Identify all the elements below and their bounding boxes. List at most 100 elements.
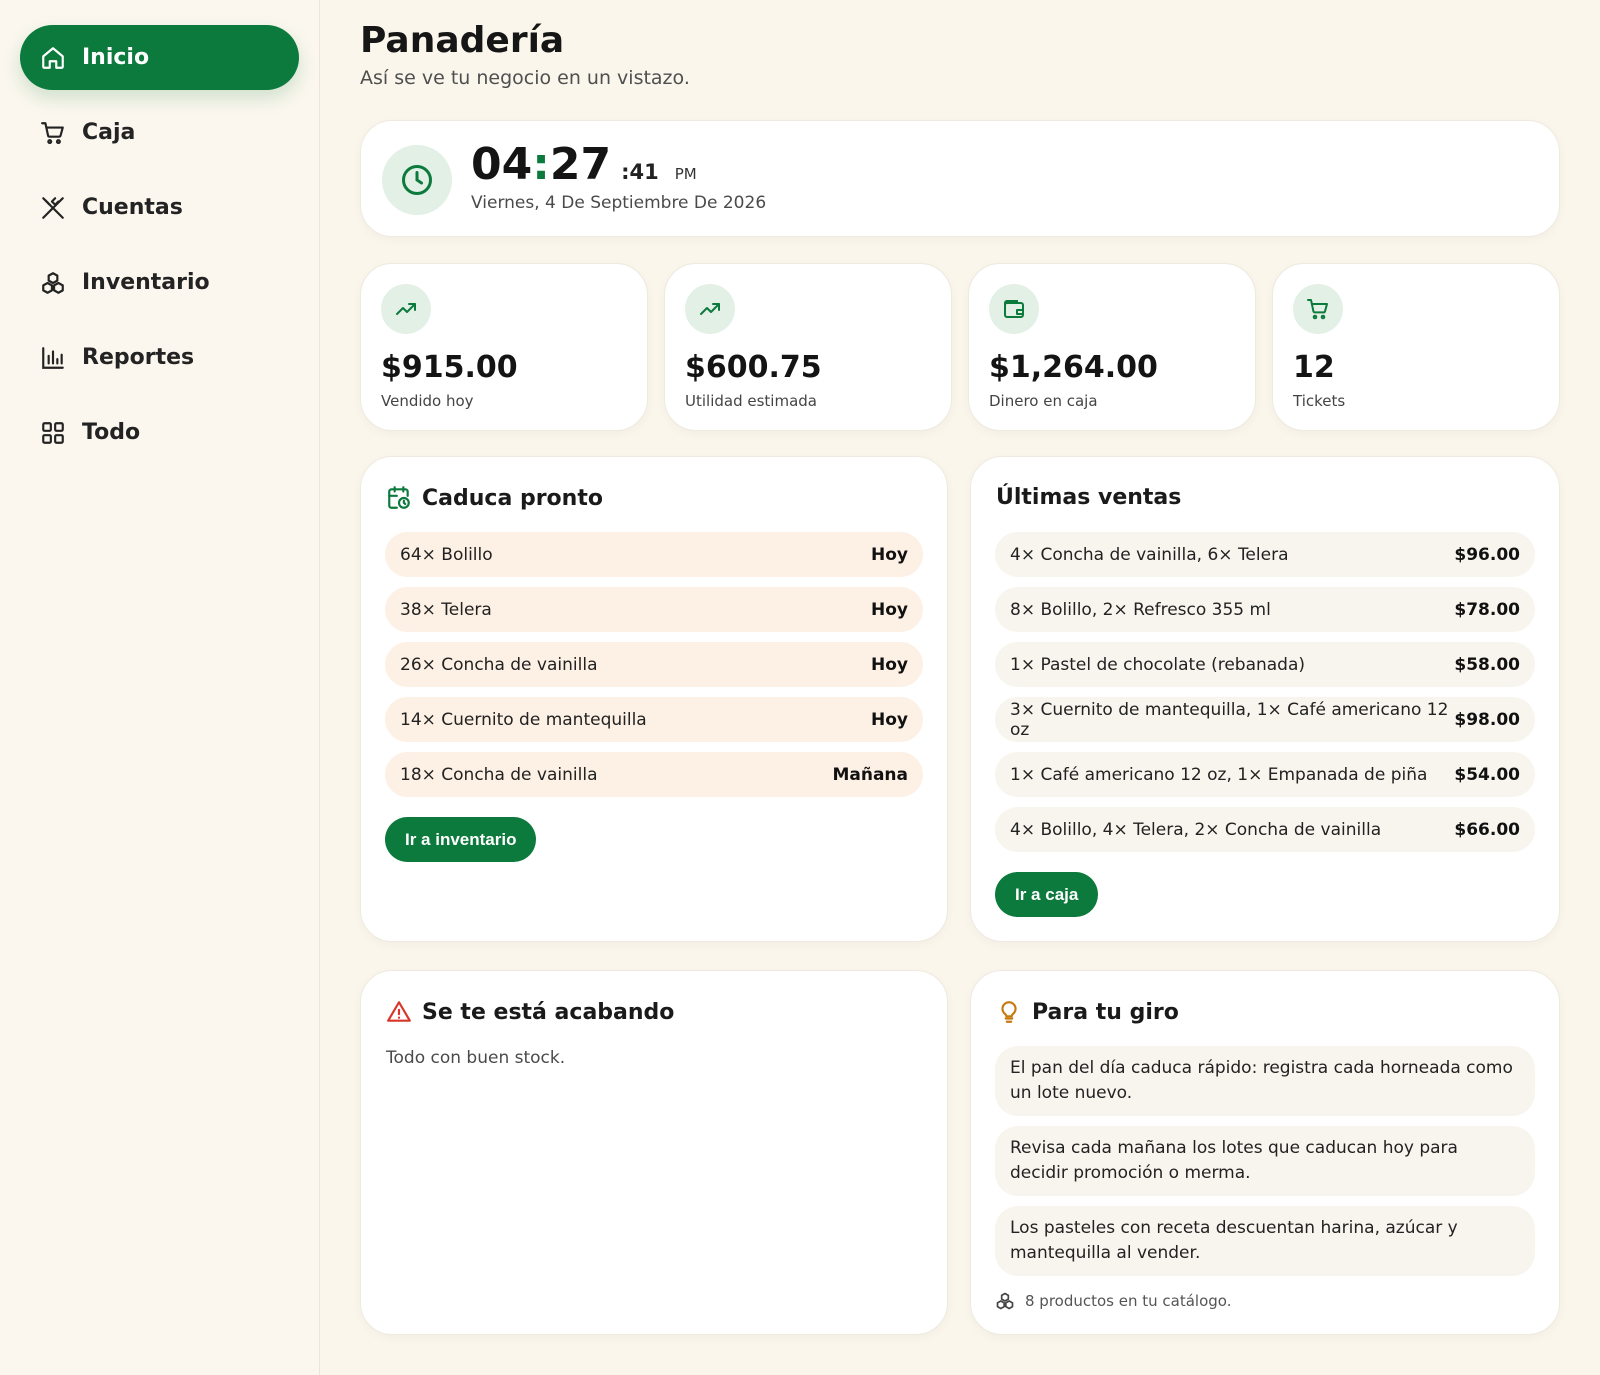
sidebar-item-cuentas[interactable]: Cuentas [20,175,299,240]
sidebar-item-reportes[interactable]: Reportes [20,325,299,390]
panel-title-text: Se te está acabando [422,999,675,1025]
stat-icon-badge [381,284,431,334]
clock-time: 04 : 27 :41 PM [471,139,697,190]
sale-total: $54.00 [1454,764,1520,785]
sale-total: $66.00 [1454,819,1520,840]
clock-colon: : [532,139,550,190]
cart-icon [1307,299,1328,320]
stat-label: Tickets [1293,392,1346,410]
table-row: 4× Bolillo, 4× Telera, 2× Concha de vain… [995,807,1535,852]
panel-title-text: Para tu giro [1032,999,1179,1025]
expiry-day: Hoy [871,709,908,730]
stat-card-estimated-profit: $600.75 Utilidad estimada [664,263,952,431]
stat-icon-badge [685,284,735,334]
stat-label: Dinero en caja [989,392,1098,410]
expiry-day: Hoy [871,544,908,565]
bar-chart-icon [42,346,64,369]
panel-title: Para tu giro [996,999,1179,1025]
stat-value: $915.00 [381,350,518,385]
sale-items: 3× Cuernito de mantequilla, 1× Café amer… [1010,699,1449,740]
catalog-footnote: 8 productos en tu catálogo. [995,1291,1231,1311]
expiry-day: Mañana [832,764,908,785]
recent-sales-panel: Últimas ventas 4× Concha de vainilla, 6×… [970,456,1560,942]
home-icon [42,46,64,69]
utensils-icon [42,196,64,219]
panel-title: Se te está acabando [386,999,674,1025]
expiring-soon-panel: Caduca pronto 64× Bolillo Hoy 38× Telera… [360,456,948,942]
sale-items: 4× Bolillo, 4× Telera, 2× Concha de vain… [1010,819,1382,840]
sidebar-item-inicio[interactable]: Inicio [20,25,299,90]
list-item: 26× Concha de vainilla Hoy [385,642,923,687]
lightbulb-icon [1001,1001,1017,1023]
item-name: 18× Concha de vainilla [400,764,598,785]
item-name: 64× Bolillo [400,544,493,565]
sidebar-item-inventario[interactable]: Inventario [20,250,299,315]
clock-card: 04 : 27 :41 PM Viernes, 4 De Septiembre … [360,120,1560,237]
clock-hours: 04 [471,139,533,190]
item-name: 14× Cuernito de mantequilla [400,709,647,730]
table-row: 1× Café americano 12 oz, 1× Empanada de … [995,752,1535,797]
go-to-inventory-button[interactable]: Ir a inventario [385,817,537,862]
sale-items: 4× Concha de vainilla, 6× Telera [1010,544,1289,565]
go-to-cash-register-button[interactable]: Ir a caja [995,872,1099,917]
tip-item: Los pasteles con receta descuentan harin… [995,1206,1535,1276]
sidebar-item-label: Inicio [82,45,150,70]
sidebar-item-caja[interactable]: Caja [20,100,299,165]
sidebar-item-label: Todo [82,420,141,445]
empty-state-text: Todo con buen stock. [386,1048,566,1068]
boxes-icon [42,271,64,294]
list-item: 64× Bolillo Hoy [385,532,923,577]
sale-total: $98.00 [1454,709,1520,730]
stat-card-tickets: 12 Tickets [1272,263,1560,431]
page-title: Panadería [360,20,565,61]
item-name: 38× Telera [400,599,492,620]
calendar-clock-icon [388,486,410,509]
table-row: 4× Concha de vainilla, 6× Telera $96.00 [995,532,1535,577]
trending-up-icon [396,303,416,315]
sidebar-item-label: Inventario [82,270,210,295]
table-row: 1× Pastel de chocolate (rebanada) $58.00 [995,642,1535,687]
sidebar-item-todo[interactable]: Todo [20,400,299,465]
clock-date: Viernes, 4 De Septiembre De 2026 [471,193,767,213]
sidebar: Inicio Caja Cuentas Inventario Reportes … [0,0,320,1375]
panel-title: Últimas ventas [996,485,1181,510]
list-item: 38× Telera Hoy [385,587,923,632]
panel-title: Caduca pronto [386,485,603,511]
stat-card-cash: $1,264.00 Dinero en caja [968,263,1256,431]
clock-icon [402,165,432,195]
business-tips-panel: Para tu giro El pan del día caduca rápid… [970,970,1560,1335]
stat-icon-badge [989,284,1039,334]
list-item: 18× Concha de vainilla Mañana [385,752,923,797]
alert-triangle-icon [387,1001,411,1022]
tip-item: El pan del día caduca rápido: registra c… [995,1046,1535,1116]
panel-title-text: Últimas ventas [996,485,1182,510]
boxes-icon [996,1292,1014,1310]
stat-card-sold-today: $915.00 Vendido hoy [360,263,648,431]
clock-seconds: :41 [621,160,659,184]
clock-icon-badge [382,145,452,215]
sale-items: 1× Café americano 12 oz, 1× Empanada de … [1010,764,1428,785]
low-stock-panel: Se te está acabando Todo con buen stock. [360,970,948,1335]
stat-value: 12 [1293,350,1335,385]
sidebar-item-label: Cuentas [82,195,183,220]
clock-minutes: 27 [549,139,612,190]
sale-items: 1× Pastel de chocolate (rebanada) [1010,654,1306,675]
trending-up-icon [700,303,720,315]
table-row: 8× Bolillo, 2× Refresco 355 ml $78.00 [995,587,1535,632]
expiry-day: Hoy [871,599,908,620]
stat-icon-badge [1293,284,1343,334]
cart-icon [41,121,64,144]
stat-label: Vendido hoy [381,392,474,410]
stat-label: Utilidad estimada [685,392,817,410]
grid-icon [42,421,64,444]
sale-total: $58.00 [1454,654,1520,675]
stat-value: $600.75 [685,350,822,385]
list-item: 14× Cuernito de mantequilla Hoy [385,697,923,742]
sidebar-item-label: Reportes [82,345,195,370]
sale-items: 8× Bolillo, 2× Refresco 355 ml [1010,599,1271,620]
item-name: 26× Concha de vainilla [400,654,598,675]
panel-title-text: Caduca pronto [422,485,603,511]
stat-value: $1,264.00 [989,350,1158,385]
tip-item: Revisa cada mañana los lotes que caducan… [995,1126,1535,1196]
expiry-day: Hoy [871,654,908,675]
